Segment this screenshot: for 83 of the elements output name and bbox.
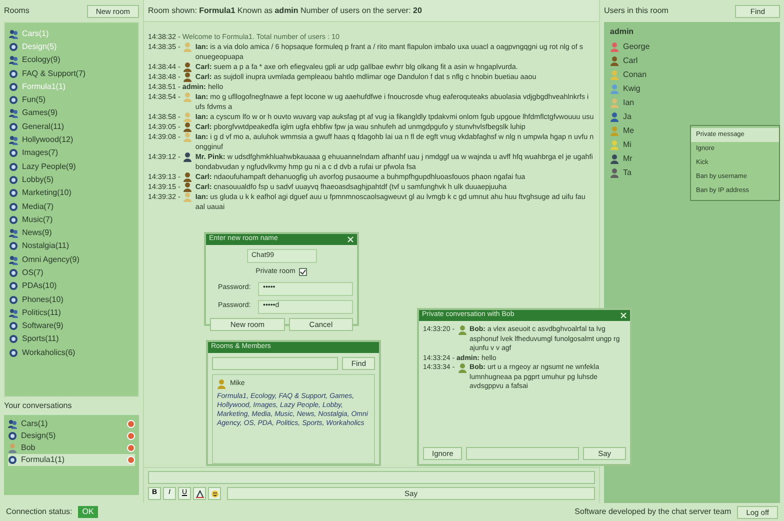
user-item[interactable]: Ta (623, 167, 632, 179)
room-icon (9, 68, 18, 79)
room-icon (9, 162, 18, 172)
room-icon (9, 122, 18, 132)
room-icon (8, 455, 17, 465)
smiley-icon (210, 490, 218, 498)
search-field[interactable] (212, 357, 338, 370)
room-item[interactable]: General(11) (22, 120, 64, 133)
room-item[interactable]: Software(9) (22, 320, 64, 332)
user-item[interactable]: Ja (623, 111, 632, 123)
room-item[interactable]: Games(9) (22, 107, 58, 120)
room-icon (9, 321, 18, 332)
room-icon (8, 431, 17, 441)
room-item[interactable]: FAQ & Support(7) (22, 68, 86, 80)
credit-text: Software developed by the chat server team (574, 506, 732, 518)
room-icon (9, 188, 18, 198)
room-item[interactable]: Sports(11) (22, 333, 59, 346)
group-icon (9, 135, 18, 146)
user-item[interactable]: Kwig (623, 83, 640, 95)
room-item[interactable]: Marketing(10) (22, 187, 72, 200)
message-input[interactable] (148, 471, 595, 484)
user-icon (8, 443, 17, 453)
room-item[interactable]: Omni Agency(9) (22, 254, 80, 266)
user-item[interactable]: Mi (623, 139, 632, 151)
group-icon (9, 28, 18, 39)
group-icon (9, 108, 18, 118)
room-item[interactable]: Hollywood(12) (22, 134, 74, 146)
room-item[interactable]: Phones(10) (22, 294, 64, 306)
close-icon[interactable] (620, 312, 627, 319)
user-item[interactable]: George (623, 41, 650, 53)
avatar-icon (217, 379, 226, 390)
user-item[interactable]: Conan (623, 69, 647, 81)
room-icon (9, 95, 18, 106)
room-icon (9, 294, 18, 305)
group-icon (9, 254, 18, 265)
group-icon (9, 228, 18, 238)
smiley-button[interactable] (208, 487, 221, 500)
room-item[interactable]: Lobby(5) (22, 174, 54, 186)
text-color-button[interactable] (193, 487, 206, 500)
panel-title: Rooms (4, 5, 30, 17)
text-color-icon (196, 490, 204, 498)
room-info-text: Room shown: Formula1 Known as admin Number of users on the server: 20 (148, 4, 422, 16)
room-item[interactable]: News(9) (22, 227, 52, 240)
room-icon (9, 268, 18, 278)
private-checkbox[interactable] (299, 268, 308, 276)
room-item[interactable]: Nostalgia(11) (22, 240, 69, 252)
room-icon (9, 241, 18, 252)
connection-status: OK (78, 506, 98, 518)
room-item[interactable]: PDAs(10) (22, 280, 57, 292)
room-icon (9, 281, 18, 292)
user-item[interactable]: Mr (623, 153, 632, 165)
room-item[interactable]: Fun(5) (22, 94, 46, 106)
room-icon (9, 214, 18, 225)
room-item[interactable]: Music(7) (22, 214, 53, 226)
room-item[interactable]: Lazy People(9) (22, 160, 76, 173)
user-item[interactable]: Carl (623, 55, 638, 67)
group-icon (8, 419, 17, 429)
group-icon (9, 308, 18, 318)
room-item[interactable]: Media(7) (22, 200, 54, 212)
user-item[interactable]: Me (623, 125, 634, 137)
close-icon[interactable] (347, 236, 354, 243)
room-icon (9, 148, 18, 158)
room-icon (9, 42, 18, 52)
conversation-item[interactable]: Cars(1) (21, 418, 48, 430)
room-item[interactable]: Ecology(9) (22, 54, 60, 66)
user-item[interactable]: Ian (623, 97, 634, 109)
group-icon (9, 55, 18, 66)
room-icon (9, 348, 18, 358)
room-item[interactable]: OS(7) (22, 266, 44, 279)
room-icon (9, 202, 18, 212)
user-list-header: admin (610, 26, 635, 38)
room-item[interactable]: Images(7) (22, 147, 58, 160)
section-title: Your conversations (4, 400, 73, 412)
room-icon (9, 334, 18, 344)
room-item[interactable]: Politics(11) (22, 306, 61, 319)
message-input[interactable] (466, 447, 580, 460)
conversation-item[interactable]: Bob (21, 442, 36, 454)
panel-title: Users in this room (604, 5, 668, 17)
status-label: Connection status: (6, 506, 72, 518)
conversation-item[interactable]: Design(5) (21, 430, 56, 442)
room-item[interactable]: Workaholics(6) (22, 346, 76, 359)
room-icon (9, 82, 18, 92)
room-icon (9, 174, 18, 185)
